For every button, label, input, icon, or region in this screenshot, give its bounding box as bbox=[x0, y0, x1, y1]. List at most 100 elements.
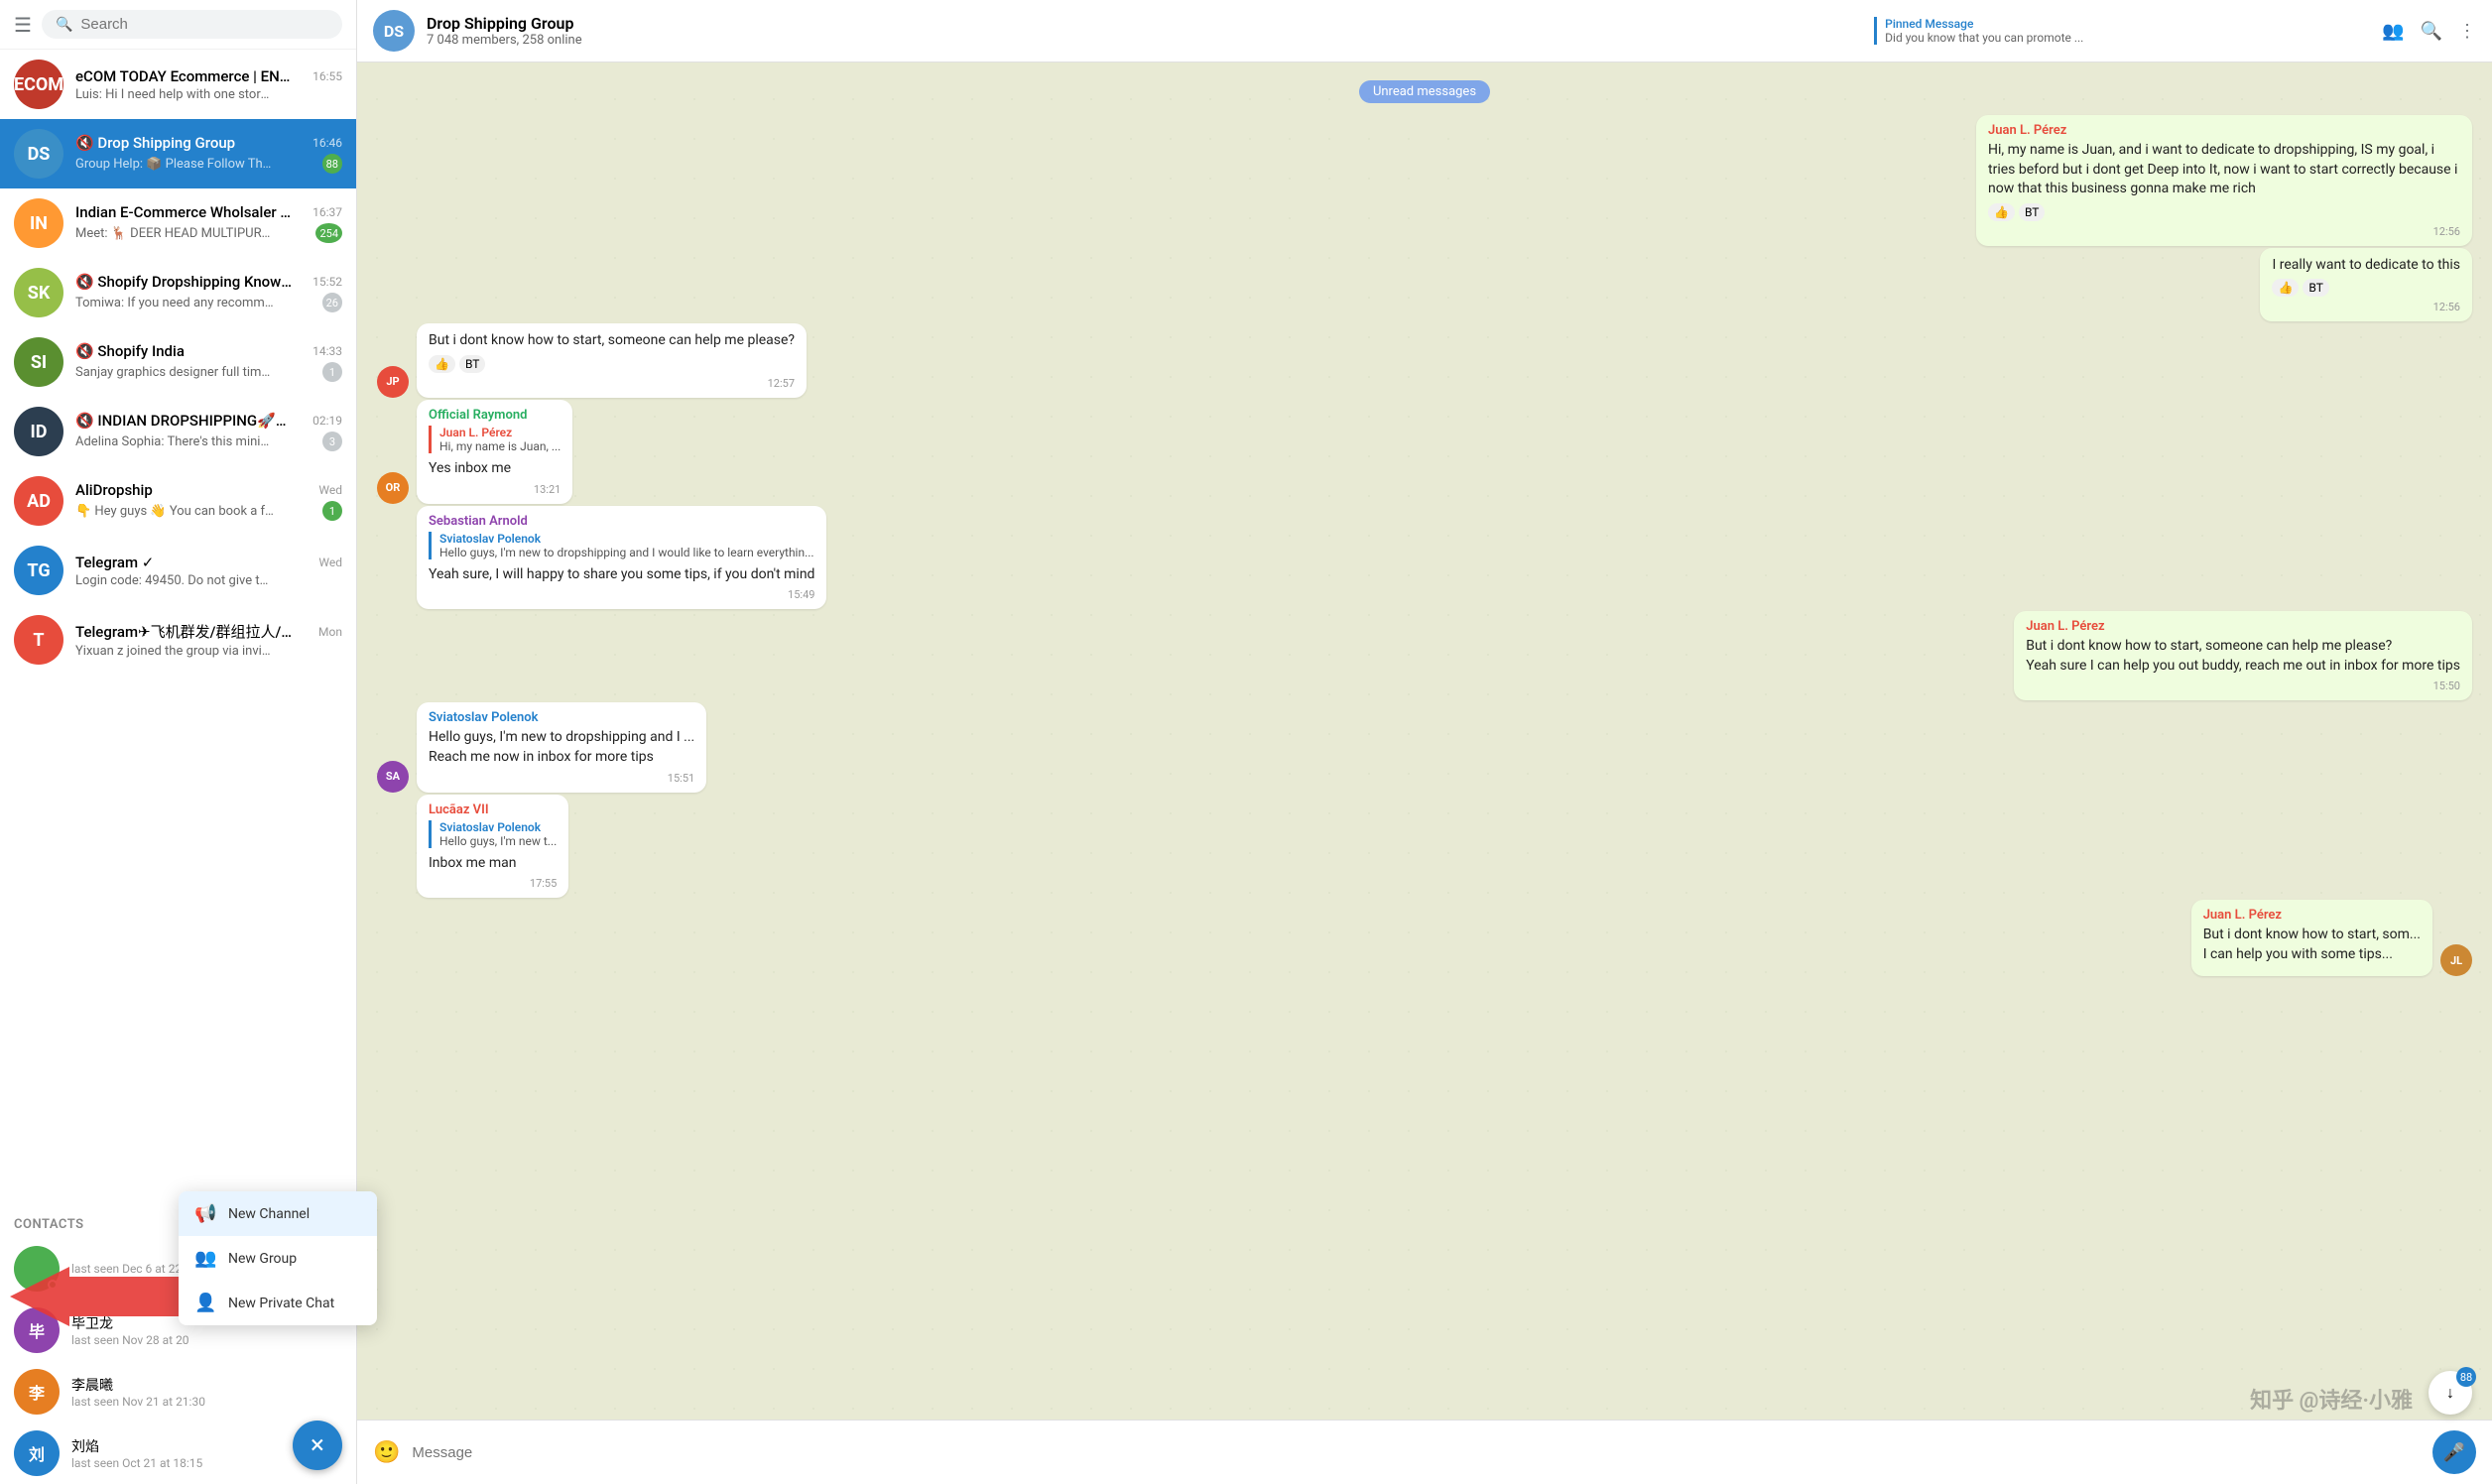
search-box[interactable]: 🔍 bbox=[42, 10, 342, 39]
chat-preview: Meet: 🦌 DEER HEAD MULTIPURPOS... 254 bbox=[75, 223, 342, 243]
chat-item-ecom[interactable]: ECOM eCOM TODAY Ecommerce | ENG C... 16:… bbox=[0, 50, 356, 119]
context-menu: 📢 New Channel 👥 New Group 👤 New Private … bbox=[179, 1191, 377, 1325]
message-bubble: Juan L. Pérez But i dont know how to sta… bbox=[2014, 611, 2472, 700]
contact-avatar: 刘 bbox=[14, 1430, 60, 1476]
emoji-button[interactable]: 🙂 bbox=[373, 1440, 400, 1465]
message-bubble: I really want to dedicate to this 👍BT 12… bbox=[2260, 248, 2472, 322]
contact-name: 李晨曦 bbox=[71, 1375, 342, 1395]
chat-info: 🔇 Shopify India 14:33 Sanjay graphics de… bbox=[75, 342, 342, 382]
chat-info: 🔇 Shopify Dropshipping Knowledge ... 15:… bbox=[75, 273, 342, 312]
message-row: Juan L. Pérez But i dont know how to sta… bbox=[377, 900, 2472, 976]
context-menu-item-new_group[interactable]: 👥 New Group bbox=[179, 1236, 377, 1281]
reaction: BT bbox=[2303, 279, 2328, 297]
message-row: SA Sviatoslav Polenok Hello guys, I'm ne… bbox=[377, 702, 2472, 792]
reactions: 👍BT bbox=[429, 355, 795, 373]
chat-item-telegram[interactable]: TG Telegram ✓ Wed Login code: 49450. Do … bbox=[0, 536, 356, 605]
message-text: But i dont know how to start, someone ca… bbox=[2026, 637, 2460, 676]
chat-item-indian_drop[interactable]: ID 🔇 INDIAN DROPSHIPPING🚀🐻 02:19 Adelina… bbox=[0, 397, 356, 466]
avatar: SK bbox=[14, 268, 63, 317]
main-chat: DS Drop Shipping Group 7 048 members, 25… bbox=[357, 0, 2492, 1484]
hamburger-icon[interactable]: ☰ bbox=[14, 13, 32, 37]
menu-label-new_group: New Group bbox=[228, 1251, 297, 1267]
chat-name-row: 🔇 INDIAN DROPSHIPPING🚀🐻 02:19 bbox=[75, 412, 342, 430]
messages-container: Juan L. Pérez Hi, my name is Juan, and i… bbox=[377, 115, 2472, 978]
contact-avatar: 李 bbox=[14, 1369, 60, 1415]
preview-text: Meet: 🦌 DEER HEAD MULTIPURPOS... bbox=[75, 226, 274, 241]
message-meta: 12:56 bbox=[2272, 301, 2460, 313]
chat-item-dropshipping[interactable]: DS 🔇 Drop Shipping Group 16:46 Group Hel… bbox=[0, 119, 356, 188]
contact-status: last seen Nov 28 at 20 bbox=[71, 1333, 342, 1347]
message-bubble: Lucãaz VII Sviatoslav Polenok Hello guys… bbox=[417, 795, 568, 899]
message-input[interactable] bbox=[412, 1444, 2421, 1461]
mic-button[interactable]: 🎤 bbox=[2432, 1430, 2476, 1474]
scroll-badge: 88 bbox=[2456, 1367, 2476, 1387]
chat-item-shopify_india[interactable]: SI 🔇 Shopify India 14:33 Sanjay graphics… bbox=[0, 327, 356, 397]
message-sender: Juan L. Pérez bbox=[2203, 908, 2421, 923]
chat-name: eCOM TODAY Ecommerce | ENG C... bbox=[75, 67, 294, 85]
message-meta: 12:56 bbox=[1988, 225, 2460, 238]
chat-info: Telegram✈飞机群发/群组拉人/群... ✓✓ Mon Yixuan z … bbox=[75, 621, 342, 659]
pinned-text: Did you know that you can promote ... bbox=[1885, 31, 2370, 45]
chat-name-row: Telegram ✓ Wed bbox=[75, 554, 342, 571]
chat-preview: Adelina Sophia: There's this mining plat… bbox=[75, 432, 342, 451]
message-sender: Official Raymond bbox=[429, 408, 561, 423]
message-time: 15:50 bbox=[2433, 680, 2460, 692]
chat-item-indian[interactable]: IN Indian E-Commerce Wholsaler B2... 16:… bbox=[0, 188, 356, 258]
message-quote: Sviatoslav Polenok Hello guys, I'm new t… bbox=[429, 820, 557, 848]
reaction: 👍 bbox=[2272, 279, 2299, 297]
more-icon[interactable]: ⋮ bbox=[2458, 21, 2476, 42]
context-menu-item-new_channel[interactable]: 📢 New Channel bbox=[179, 1191, 377, 1236]
message-time: 13:21 bbox=[534, 483, 561, 496]
message-meta: 17:55 bbox=[429, 877, 557, 890]
preview-text: Sanjay graphics designer full time freel… bbox=[75, 365, 274, 380]
message-avatar: OR bbox=[377, 472, 409, 504]
message-time: 15:49 bbox=[788, 588, 814, 601]
message-row: Sebastian Arnold Sviatoslav Polenok Hell… bbox=[377, 506, 2472, 610]
chat-item-shopify_knowledge[interactable]: SK 🔇 Shopify Dropshipping Knowledge ... … bbox=[0, 258, 356, 327]
chat-item-telegram_group[interactable]: T Telegram✈飞机群发/群组拉人/群... ✓✓ Mon Yixuan … bbox=[0, 605, 356, 675]
message-bubble: Juan L. Pérez But i dont know how to sta… bbox=[2191, 900, 2432, 976]
message-time: 12:56 bbox=[2433, 225, 2460, 238]
context-menu-item-new_private_chat[interactable]: 👤 New Private Chat bbox=[179, 1281, 377, 1325]
message-meta: 15:49 bbox=[429, 588, 814, 601]
message-avatar: SA bbox=[377, 761, 409, 793]
badge: 88 bbox=[322, 154, 342, 174]
chat-preview: Luis: Hi I need help with one store onli… bbox=[75, 87, 342, 102]
chat-name: Telegram ✓ bbox=[75, 554, 154, 571]
chat-item-alidrop[interactable]: AD AliDropship Wed 👇 Hey guys 👋 You can … bbox=[0, 466, 356, 536]
red-arrow bbox=[10, 1267, 188, 1330]
pinned-message[interactable]: Pinned Message Did you know that you can… bbox=[1874, 17, 2370, 45]
message-meta: 12:57 bbox=[429, 377, 795, 390]
chat-header-name: Drop Shipping Group bbox=[427, 14, 1862, 33]
chat-name: 🔇 Drop Shipping Group bbox=[75, 134, 235, 152]
reaction: BT bbox=[2019, 203, 2045, 221]
scroll-down-icon: ↓ bbox=[2446, 1383, 2454, 1403]
preview-text: Tomiwa: If you need any recommenda... bbox=[75, 296, 274, 310]
chat-preview: 👇 Hey guys 👋 You can book a free m... 1 bbox=[75, 501, 342, 521]
chat-time: 15:52 bbox=[312, 275, 342, 289]
chat-time: Wed bbox=[318, 556, 342, 569]
scroll-down-button[interactable]: ↓ 88 bbox=[2429, 1371, 2472, 1415]
contact-item-c3[interactable]: 李 李晨曦 last seen Nov 21 at 21:30 bbox=[0, 1361, 356, 1422]
reaction: 👍 bbox=[1988, 203, 2015, 221]
chat-name-row: 🔇 Drop Shipping Group 16:46 bbox=[75, 134, 342, 152]
search-input[interactable] bbox=[80, 16, 328, 33]
reactions: 👍BT bbox=[2272, 279, 2460, 297]
chat-name-row: Telegram✈飞机群发/群组拉人/群... ✓✓ Mon bbox=[75, 621, 342, 642]
message-sender: Lucãaz VII bbox=[429, 803, 557, 817]
message-text: Inbox me man bbox=[429, 854, 557, 874]
badge: 1 bbox=[322, 501, 342, 521]
avatar: ECOM bbox=[14, 60, 63, 109]
members-icon[interactable]: 👥 bbox=[2382, 21, 2404, 42]
new-contact-button[interactable]: × bbox=[293, 1421, 342, 1470]
search-chat-icon[interactable]: 🔍 bbox=[2421, 21, 2442, 42]
message-quote: Sviatoslav Polenok Hello guys, I'm new t… bbox=[429, 532, 814, 559]
chat-time: 16:37 bbox=[312, 205, 342, 219]
chat-info: 🔇 Drop Shipping Group 16:46 Group Help: … bbox=[75, 134, 342, 174]
message-text: Hi, my name is Juan, and i want to dedic… bbox=[1988, 141, 2460, 199]
chat-preview: Login code: 49450. Do not give this code… bbox=[75, 573, 342, 588]
reaction: 👍 bbox=[429, 355, 455, 373]
message-input-area: 🙂 🎤 bbox=[357, 1420, 2492, 1484]
avatar: TG bbox=[14, 546, 63, 595]
reactions: 👍BT bbox=[1988, 203, 2460, 221]
